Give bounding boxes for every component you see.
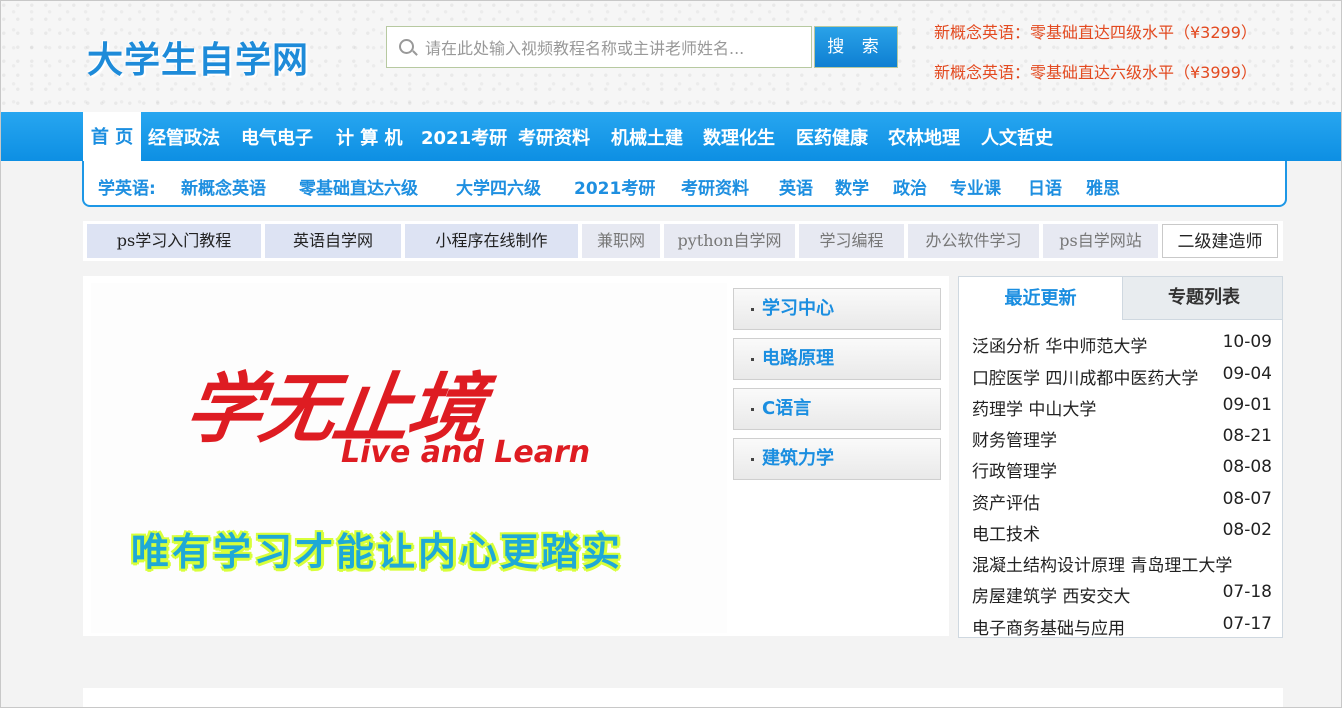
friend-link[interactable]: python自学网 [664,224,795,258]
category-study-center[interactable]: 学习中心 [733,288,941,330]
list-item[interactable]: 电子商务基础与应用 07-17 [972,614,1272,638]
list-item-date: 08-08 [1222,457,1272,477]
banner-slogan: 唯有学习才能让内心更踏实 [131,529,624,574]
promo-link-cet4[interactable]: 新概念英语：零基础直达四级水平（¥3299） [934,19,1257,43]
nav-item-medicine[interactable]: 医药健康 [796,124,868,150]
nav-item-electrical[interactable]: 电气电子 [241,124,313,150]
search-box[interactable] [386,26,812,68]
list-item-title: 电工技术 [972,525,1040,545]
list-item-date: 07-18 [1222,582,1272,602]
nav-item-agriculture[interactable]: 农林地理 [888,124,960,150]
list-item-title: 泛函分析 华中师范大学 [972,337,1148,357]
list-item-date: 09-01 [1222,395,1272,415]
header: 大学生自学网 搜 索 新概念英语：零基础直达四级水平（¥3299） 新概念英语：… [1,1,1341,112]
main-content: 学无止境 Live and Learn 唯有学习才能让内心更踏实 学习中心 电路… [83,276,949,636]
list-item-date: 07-17 [1222,614,1272,634]
search-icon [399,39,414,54]
subnav-item[interactable]: 雅思 [1086,174,1120,199]
list-item-title: 财务管理学 [972,431,1057,451]
bullet-icon [751,358,754,361]
subnav-item[interactable]: 日语 [1028,174,1062,199]
category-label: 学习中心 [762,298,834,319]
search-input[interactable] [423,35,807,61]
list-item[interactable]: 混凝土结构设计原理 青岛理工大学 [972,551,1272,579]
subnav-item[interactable]: 专业课 [950,174,1001,199]
list-item-title: 房屋建筑学 西安交大 [972,587,1131,607]
list-item-date: 08-07 [1222,489,1272,509]
hero-banner[interactable]: 学无止境 Live and Learn 唯有学习才能让内心更踏实 [91,283,727,633]
friend-link[interactable]: 兼职网 [582,224,660,258]
bullet-icon [751,408,754,411]
list-item[interactable]: 财务管理学 08-21 [972,426,1272,454]
subnav-item[interactable]: 数学 [835,174,869,199]
subnav-item[interactable]: 零基础直达六级 [299,174,418,199]
site-logo[interactable]: 大学生自学网 [87,31,309,83]
nav-item-2021-kaoyan[interactable]: 2021考研 [421,124,507,150]
list-item-title: 混凝土结构设计原理 青岛理工大学 [972,556,1233,576]
side-panel: 最近更新 专题列表 泛函分析 华中师范大学 10-09 口腔医学 四川成都中医药… [958,276,1283,638]
banner-subtitle: Live and Learn [341,435,591,470]
nav-item-economics-law[interactable]: 经管政法 [148,124,220,150]
category-label: 电路原理 [762,348,834,369]
nav-item-home[interactable]: 首 页 [83,112,141,161]
list-item-date: 08-21 [1222,426,1272,446]
friend-links: ps学习入门教程 英语自学网 小程序在线制作 兼职网 python自学网 学习编… [83,221,1283,261]
list-item-date: 09-04 [1222,364,1272,384]
list-item[interactable]: 口腔医学 四川成都中医药大学 09-04 [972,364,1272,392]
subnav-item[interactable]: 大学四六级 [456,174,541,199]
search-button[interactable]: 搜 索 [814,26,898,68]
subnav-item[interactable]: 英语 [779,174,813,199]
main-nav: 首 页 经管政法 电气电子 计 算 机 2021考研 考研资料 机械土建 数理化… [1,112,1341,161]
friend-link[interactable]: 二级建造师 [1162,224,1278,258]
nav-item-humanities[interactable]: 人文哲史 [981,124,1053,150]
tab-recent-updates[interactable]: 最近更新 [959,277,1122,321]
list-item-date: 08-02 [1222,520,1272,540]
list-item-title: 电子商务基础与应用 [972,619,1125,638]
list-item[interactable]: 房屋建筑学 西安交大 07-18 [972,582,1272,610]
page-frame: 大学生自学网 搜 索 新概念英语：零基础直达四级水平（¥3299） 新概念英语：… [0,0,1342,708]
category-label: C语言 [762,398,812,419]
nav-item-computer[interactable]: 计 算 机 [336,124,403,150]
bullet-icon [751,308,754,311]
nav-item-science[interactable]: 数理化生 [703,124,775,150]
friend-link[interactable]: 办公软件学习 [908,224,1039,258]
friend-link[interactable]: ps学习入门教程 [87,224,261,258]
list-item-title: 口腔医学 四川成都中医药大学 [972,369,1199,389]
category-structural-mechanics[interactable]: 建筑力学 [733,438,941,480]
list-item[interactable]: 泛函分析 华中师范大学 10-09 [972,332,1272,360]
list-item[interactable]: 电工技术 08-02 [972,520,1272,548]
list-item-title: 行政管理学 [972,462,1057,482]
category-c-language[interactable]: C语言 [733,388,941,430]
list-item-title: 药理学 中山大学 [972,400,1097,420]
nav-item-mechanical[interactable]: 机械土建 [611,124,683,150]
friend-link[interactable]: ps自学网站 [1043,224,1158,258]
friend-link[interactable]: 学习编程 [799,224,904,258]
sub-nav: 学英语: 新概念英语 零基础直达六级 大学四六级 2021考研 考研资料 英语 … [82,161,1287,207]
footer-strip [83,688,1283,707]
list-item[interactable]: 行政管理学 08-08 [972,457,1272,485]
list-item-date: 10-09 [1222,332,1272,352]
bullet-icon [751,458,754,461]
list-item-title: 资产评估 [972,494,1040,514]
subnav-item[interactable]: 2021考研 [574,174,655,199]
category-label: 建筑力学 [762,448,834,469]
list-item[interactable]: 资产评估 08-07 [972,489,1272,517]
subnav-item[interactable]: 新概念英语 [181,174,266,199]
friend-link[interactable]: 英语自学网 [265,224,401,258]
promo-link-cet6[interactable]: 新概念英语：零基础直达六级水平（¥3999） [934,59,1257,83]
tab-topic-list[interactable]: 专题列表 [1122,277,1282,320]
nav-item-kaoyan-materials[interactable]: 考研资料 [518,124,590,150]
subnav-label: 学英语: [98,179,156,199]
friend-link[interactable]: 小程序在线制作 [405,224,578,258]
subnav-item[interactable]: 考研资料 [681,174,749,199]
subnav-item[interactable]: 政治 [893,174,927,199]
category-circuit-principles[interactable]: 电路原理 [733,338,941,380]
list-item[interactable]: 药理学 中山大学 09-01 [972,395,1272,423]
